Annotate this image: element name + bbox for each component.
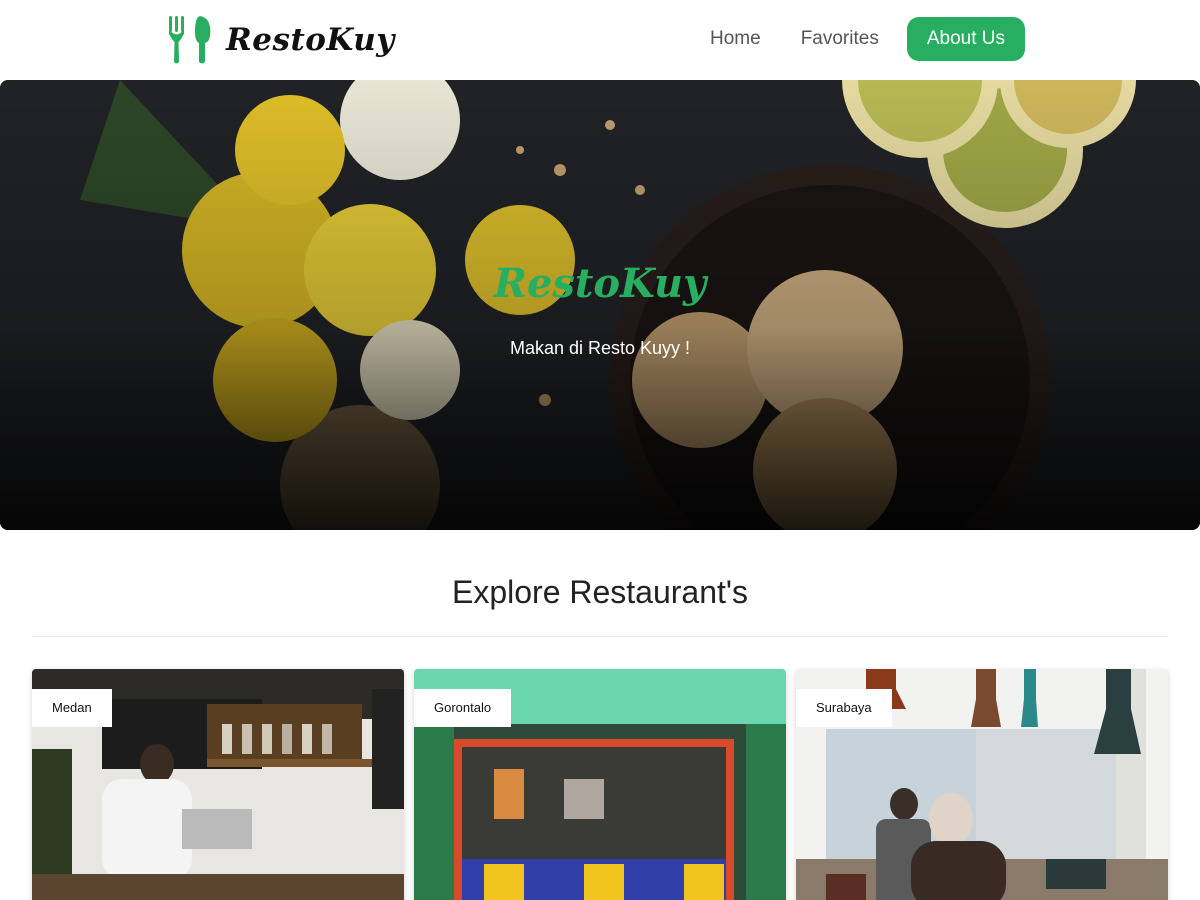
hero-title: RestoKuy [493,260,707,307]
nav-favorites-link[interactable]: Favorites [781,17,899,61]
restaurant-card[interactable]: Medan [32,669,404,900]
city-badge: Gorontalo [414,689,512,727]
explore-title: Explore Restaurant's [451,574,749,610]
hero-banner: RestoKuy Makan di Resto Kuyy ! [0,80,1200,530]
nav-home-link[interactable]: Home [690,17,781,61]
fork-spoon-icon [169,16,211,64]
restaurant-card[interactable]: Surabaya [796,669,1168,900]
section-divider [32,636,1168,637]
brand-logo[interactable]: RestoKuy [166,12,395,68]
main-nav: Home Favorites About Us [690,17,1025,61]
restaurant-card[interactable]: Gorontalo [414,669,786,900]
city-badge: Medan [32,689,112,727]
nav-about-us-button[interactable]: About Us [906,17,1025,61]
site-header: RestoKuy Home Favorites About Us [0,0,1200,80]
hero-subtitle: Makan di Resto Kuyy ! [509,338,691,358]
city-badge: Surabaya [796,689,892,727]
brand-name: RestoKuy [226,22,395,58]
